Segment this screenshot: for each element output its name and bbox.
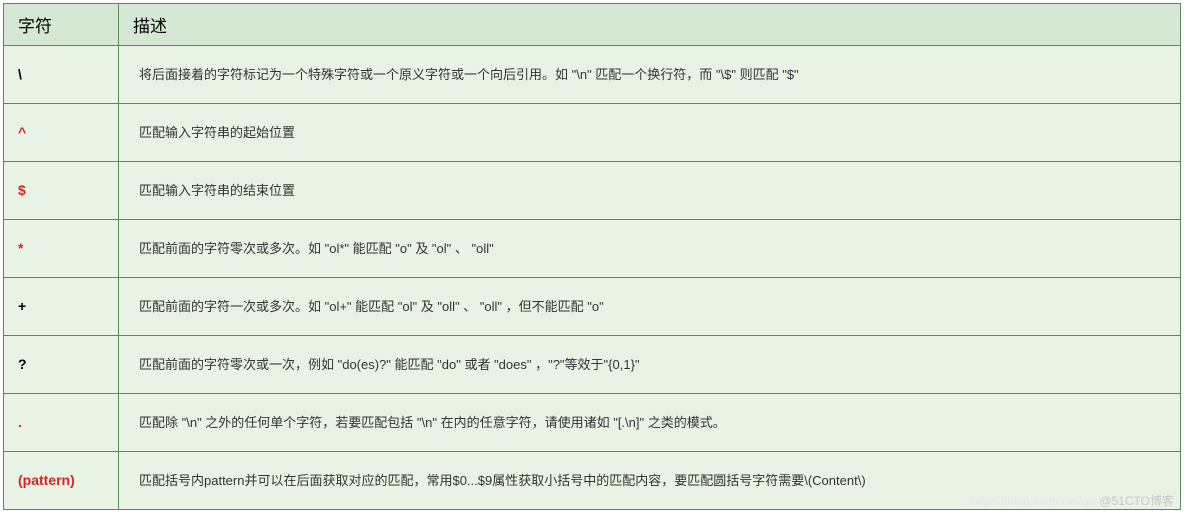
desc-cell: 匹配除 "\n" 之外的任何单个字符，若要匹配包括 "\n" 在内的任意字符，请… <box>119 394 1181 452</box>
table-row: (pattern) 匹配括号内pattern并可以在后面获取对应的匹配，常用$0… <box>4 452 1181 510</box>
table-row: \ 将后面接着的字符标记为一个特殊字符或一个原义字符或一个向后引用。如 "\n"… <box>4 46 1181 104</box>
table-row: . 匹配除 "\n" 之外的任何单个字符，若要匹配包括 "\n" 在内的任意字符… <box>4 394 1181 452</box>
desc-cell: 匹配前面的字符一次或多次。如 "ol+" 能匹配 "ol" 及 "oll" 、 … <box>119 278 1181 336</box>
char-cell: $ <box>4 162 119 220</box>
char-cell: ? <box>4 336 119 394</box>
char-cell: ^ <box>4 104 119 162</box>
char-cell: (pattern) <box>4 452 119 510</box>
table-body: \ 将后面接着的字符标记为一个特殊字符或一个原义字符或一个向后引用。如 "\n"… <box>4 46 1181 510</box>
desc-cell: 匹配输入字符串的起始位置 <box>119 104 1181 162</box>
char-cell: . <box>4 394 119 452</box>
table-row: $ 匹配输入字符串的结束位置 <box>4 162 1181 220</box>
desc-cell: 匹配前面的字符零次或一次，例如 "do(es)?" 能匹配 "do" 或者 "d… <box>119 336 1181 394</box>
table-row: ? 匹配前面的字符零次或一次，例如 "do(es)?" 能匹配 "do" 或者 … <box>4 336 1181 394</box>
desc-cell: 将后面接着的字符标记为一个特殊字符或一个原义字符或一个向后引用。如 "\n" 匹… <box>119 46 1181 104</box>
table-row: ^ 匹配输入字符串的起始位置 <box>4 104 1181 162</box>
desc-cell: 匹配括号内pattern并可以在后面获取对应的匹配，常用$0...$9属性获取小… <box>119 452 1181 510</box>
table-row: + 匹配前面的字符一次或多次。如 "ol+" 能匹配 "ol" 及 "oll" … <box>4 278 1181 336</box>
regex-reference-table: 字符 描述 \ 将后面接着的字符标记为一个特殊字符或一个原义字符或一个向后引用。… <box>3 3 1181 510</box>
regex-table-container: 字符 描述 \ 将后面接着的字符标记为一个特殊字符或一个原义字符或一个向后引用。… <box>0 0 1184 513</box>
char-cell: + <box>4 278 119 336</box>
desc-cell: 匹配前面的字符零次或多次。如 "ol*" 能匹配 "o" 及 "ol" 、 "o… <box>119 220 1181 278</box>
char-cell: \ <box>4 46 119 104</box>
char-cell: * <box>4 220 119 278</box>
header-char: 字符 <box>4 4 119 46</box>
desc-cell: 匹配输入字符串的结束位置 <box>119 162 1181 220</box>
table-header-row: 字符 描述 <box>4 4 1181 46</box>
header-desc: 描述 <box>119 4 1181 46</box>
table-row: * 匹配前面的字符零次或多次。如 "ol*" 能匹配 "o" 及 "ol" 、 … <box>4 220 1181 278</box>
